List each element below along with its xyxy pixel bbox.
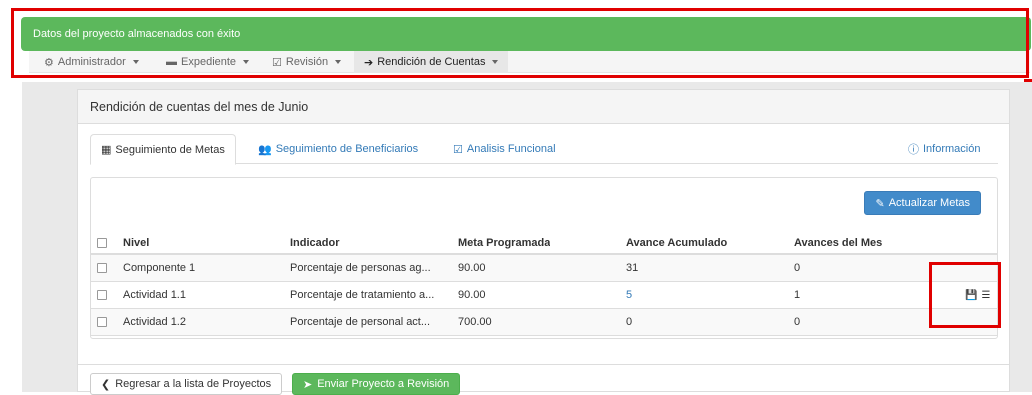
column-avances-del-mes: Avances del Mes [794,237,883,249]
check-square-icon: ☑ [453,143,463,156]
users-icon: 👥 [258,143,272,156]
folder-icon: ▬ [166,56,177,68]
edit-icon: ✎ [875,197,885,210]
nav-revision[interactable]: ☑ Revisión [272,51,342,73]
cell-nivel: Actividad 1.2 [123,316,186,328]
calendar-icon: ▦ [101,144,112,156]
caret-down-icon [492,60,499,64]
gear-icon: ⚙ [44,56,54,69]
send-icon: ➤ [303,378,313,391]
cell-acumulado: 5 [626,289,633,301]
row-checkbox[interactable] [97,317,107,327]
cell-mes: 0 [794,316,801,328]
nav-expediente[interactable]: ▬ Expediente [166,51,250,73]
caret-down-icon [243,60,250,64]
info-icon: ⓘ [908,144,919,156]
column-avance-acumulado: Avance Acumulado [626,237,728,249]
row-checkbox[interactable] [97,290,107,300]
arrow-right-icon: ➔ [364,56,374,69]
cell-indicador: Porcentaje de personas ag... [290,262,431,274]
table-row[interactable]: Componente 1 Porcentaje de personas ag..… [91,255,997,282]
select-all-checkbox[interactable] [97,238,107,248]
table-header: Nivel Indicador Meta Programada Avance A… [91,233,997,255]
chevron-left-icon: ❮ [101,378,111,391]
nav-administrador[interactable]: ⚙ Administrador [44,51,139,73]
cell-indicador: Porcentaje de personal act... [290,316,431,328]
tab-informacion[interactable]: ⓘ Información [908,134,980,164]
cell-meta: 90.00 [458,289,486,301]
update-metas-button[interactable]: ✎ Actualizar Metas [864,191,981,215]
table-row[interactable]: Actividad 1.2 Porcentaje de personal act… [91,309,997,336]
top-navbar: ⚙ Administrador ▬ Expediente ☑ Revisión … [29,51,1030,73]
metas-container: ✎ Actualizar Metas Nivel Indicador Meta … [90,177,998,339]
tab-bar: ▦ Seguimiento de Metas 👥 Seguimiento de … [90,134,998,165]
tab-seguimiento-beneficiarios[interactable]: 👥 Seguimiento de Beneficiarios [258,134,418,164]
save-icon[interactable]: 💾 [965,290,977,301]
list-icon[interactable]: ☰ [981,290,990,301]
cell-nivel: Actividad 1.1 [123,289,186,301]
cell-meta: 700.00 [458,316,492,328]
panel-title: Rendición de cuentas del mes de Junio [78,90,1009,124]
success-alert: Datos del proyecto almacenados con éxito [21,17,1031,51]
cell-acumulado: 31 [626,262,639,274]
cell-acumulado: 0 [626,316,633,328]
caret-down-icon [132,60,139,64]
row-checkbox[interactable] [97,263,107,273]
table-row[interactable]: Actividad 1.1 Porcentaje de tratamiento … [91,282,997,309]
row-actions: 💾 ☰ [965,282,990,308]
caret-down-icon [335,60,342,64]
tab-analisis-funcional[interactable]: ☑ Analisis Funcional [453,134,556,164]
column-indicador: Indicador [290,237,340,249]
column-nivel: Nivel [123,237,150,249]
cell-nivel: Componente 1 [123,262,196,274]
cell-indicador: Porcentaje de tratamiento a... [290,289,435,301]
main-panel: Rendición de cuentas del mes de Junio ▦ … [77,89,1010,392]
cell-meta: 90.00 [458,262,486,274]
column-meta-programada: Meta Programada [458,237,551,249]
cell-mes: 0 [794,262,801,274]
tab-seguimiento-metas[interactable]: ▦ Seguimiento de Metas [90,134,236,165]
alert-message: Datos del proyecto almacenados con éxito [33,28,241,40]
nav-rendicion-de-cuentas[interactable]: ➔ Rendición de Cuentas [354,51,509,73]
divider [77,364,1010,365]
cell-mes: 1 [794,289,801,301]
edit-icon: ☑ [272,56,282,69]
